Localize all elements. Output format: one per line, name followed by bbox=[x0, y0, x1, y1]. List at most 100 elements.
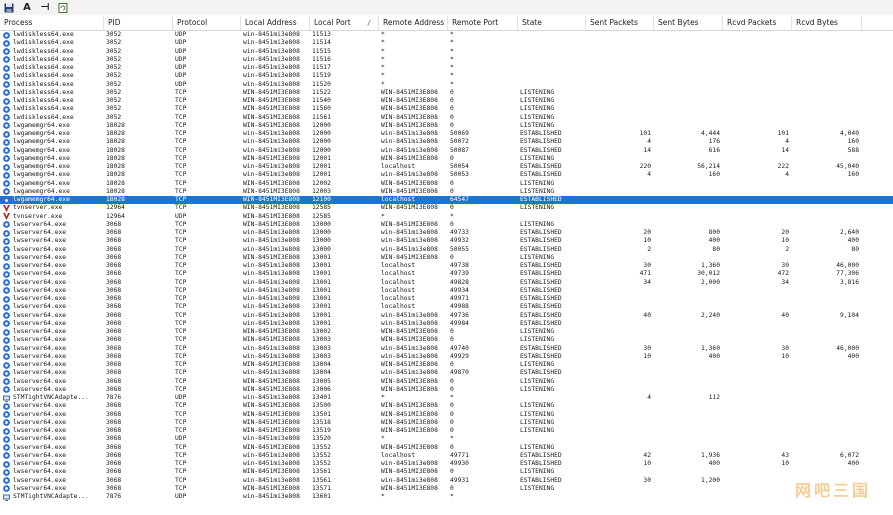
table-row[interactable]: lwserver64.exe 3068 TCP win-8451mi3e808 1300… bbox=[0, 312, 893, 320]
pin-icon[interactable]: ⊣ bbox=[39, 2, 51, 14]
table-row[interactable]: lwserver64.exe 3068 TCP win-8451mi3e808 1300… bbox=[0, 237, 893, 245]
rcvd-packets-cell bbox=[723, 485, 792, 493]
table-row[interactable]: lwserver64.exe 3068 TCP win-8451mi3e808 1300… bbox=[0, 369, 893, 377]
process-cell: STMTightVNCAdapte... bbox=[0, 493, 104, 501]
table-row[interactable]: lwdiskless64.exe 3052 TCP WIN-8451MI3E808 11… bbox=[0, 105, 893, 113]
column-header-remote-address[interactable]: Remote Address bbox=[379, 16, 448, 30]
table-row[interactable]: lwgamemgr64.exe 18028 TCP win-8451mi3e808 12… bbox=[0, 138, 893, 146]
rcvd-packets-cell: 4 bbox=[785, 138, 789, 146]
table-row[interactable]: lwdiskless64.exe 3052 UDP win-8451mi3e808 11… bbox=[0, 81, 893, 89]
table-row[interactable]: lwserver64.exe 3068 TCP WIN-8451MI3E808 1300… bbox=[0, 336, 893, 344]
sent-packets-cell bbox=[586, 105, 654, 113]
table-row[interactable]: lwserver64.exe 3068 TCP win-8451mi3e808 1300… bbox=[0, 303, 893, 311]
pid-cell: 3068 bbox=[106, 229, 122, 236]
local-port-cell: 12003 bbox=[312, 187, 331, 195]
sent-bytes-cell bbox=[654, 435, 723, 443]
table-row[interactable]: lwgamemgr64.exe 18028 TCP WIN-8451MI3E808 12… bbox=[0, 180, 893, 188]
table-row[interactable]: lwserver64.exe 3068 TCP WIN-8451MI3E808 1350… bbox=[0, 411, 893, 419]
rcvd-bytes-cell bbox=[792, 72, 862, 80]
table-row[interactable]: lwdiskless64.exe 3052 UDP win-8451mi3e808 11… bbox=[0, 39, 893, 47]
table-row[interactable]: lwserver64.exe 3068 TCP WIN-8451MI3E808 1300… bbox=[0, 378, 893, 386]
table-row[interactable]: lwserver64.exe 3068 TCP WIN-8451MI3E808 1300… bbox=[0, 386, 893, 394]
process-name: lwdiskless64.exe bbox=[13, 55, 74, 63]
process-icon bbox=[3, 361, 10, 369]
sent-packets-cell bbox=[586, 180, 654, 188]
table-row[interactable]: lwserver64.exe 3068 TCP win-8451mi3e808 1300… bbox=[0, 279, 893, 287]
table-row[interactable]: lwserver64.exe 3068 TCP WIN-8451MI3E808 1350… bbox=[0, 402, 893, 410]
table-row[interactable]: tvnserver.exe 12964 TCP WIN-8451MI3E808 1258… bbox=[0, 204, 893, 212]
table-row[interactable]: lwserver64.exe 3068 TCP WIN-8451MI3E808 1300… bbox=[0, 328, 893, 336]
process-cell: lwserver64.exe bbox=[0, 468, 104, 476]
process-name: lwserver64.exe bbox=[13, 476, 67, 484]
rcvd-bytes-cell bbox=[792, 386, 862, 394]
column-header-rcvd-packets[interactable]: Rcvd Packets bbox=[723, 16, 792, 30]
table-row[interactable]: lwserver64.exe 3068 TCP win-8451mi3e808 1300… bbox=[0, 229, 893, 237]
process-name: lwserver64.exe bbox=[13, 245, 67, 253]
column-header-remote-port[interactable]: Remote Port bbox=[448, 16, 518, 30]
table-row[interactable]: lwgamemgr64.exe 18028 TCP win-8451mi3e808 12… bbox=[0, 130, 893, 138]
table-row[interactable]: lwserver64.exe 3068 TCP WIN-8451MI3E808 1351… bbox=[0, 419, 893, 427]
column-header-rcvd-bytes[interactable]: Rcvd Bytes bbox=[792, 16, 862, 30]
table-row[interactable]: lwdiskless64.exe 3052 TCP WIN-8451MI3E808 11… bbox=[0, 97, 893, 105]
column-header-protocol[interactable]: Protocol bbox=[173, 16, 241, 30]
table-row[interactable]: lwdiskless64.exe 3052 UDP win-8451mi3e808 11… bbox=[0, 72, 893, 80]
table-row[interactable]: lwserver64.exe 3068 TCP win-8451mi3e808 1355… bbox=[0, 460, 893, 468]
table-row[interactable]: lwserver64.exe 3068 UDP win-8451mi3e808 1352… bbox=[0, 435, 893, 443]
table-row[interactable]: lwserver64.exe 3068 TCP win-8451mi3e808 1356… bbox=[0, 477, 893, 485]
table-row[interactable]: lwserver64.exe 3068 TCP WIN-8451MI3E808 1355… bbox=[0, 444, 893, 452]
table-row[interactable]: lwdiskless64.exe 3052 UDP win-8451mi3e808 11… bbox=[0, 31, 893, 39]
table-row[interactable]: tvnserver.exe 12964 UDP WIN-8451MI3E808 1258… bbox=[0, 213, 893, 221]
sent-packets-cell bbox=[586, 155, 654, 163]
table-row[interactable]: lwgamemgr64.exe 18028 TCP WIN-8451MI3E808 12… bbox=[0, 155, 893, 163]
column-header-pid[interactable]: PID bbox=[104, 16, 173, 30]
local-port-cell: 13001 bbox=[312, 311, 331, 319]
table-row[interactable]: STMTightVNCAdapte... 7876 UDP win-8451mi3e8… bbox=[0, 493, 893, 501]
table-row[interactable]: lwserver64.exe 3068 TCP win-8451mi3e808 1300… bbox=[0, 262, 893, 270]
table-row[interactable]: lwserver64.exe 3068 TCP win-8451mi3e808 1300… bbox=[0, 287, 893, 295]
pid-cell: 3068 bbox=[106, 410, 122, 418]
table-row[interactable]: lwdiskless64.exe 3052 UDP win-8451mi3e808 11… bbox=[0, 56, 893, 64]
table-row[interactable]: lwserver64.exe 3068 TCP win-8451mi3e808 1355… bbox=[0, 452, 893, 460]
column-header-local-address[interactable]: Local Address bbox=[241, 16, 310, 30]
table-row[interactable]: STMTightVNCAdapte... 7876 UDP win-8451mi3e8… bbox=[0, 394, 893, 402]
table-row[interactable]: lwserver64.exe 3068 TCP win-8451mi3e808 1300… bbox=[0, 320, 893, 328]
table-row[interactable]: lwdiskless64.exe 3052 UDP win-8451mi3e808 11… bbox=[0, 64, 893, 72]
table-row[interactable]: lwgamemgr64.exe 18028 TCP win-8451mi3e808 12… bbox=[0, 163, 893, 171]
table-row[interactable]: lwdiskless64.exe 3052 TCP WIN-8451MI3E808 11… bbox=[0, 89, 893, 97]
table-row[interactable]: lwserver64.exe 3068 TCP WIN-8451MI3E808 1300… bbox=[0, 254, 893, 262]
table-row[interactable]: lwgamemgr64.exe 18028 TCP WIN-8451MI3E808 12… bbox=[0, 188, 893, 196]
table-row[interactable]: lwserver64.exe 3068 TCP WIN-8451MI3E808 1356… bbox=[0, 468, 893, 476]
table-row[interactable]: lwdiskless64.exe 3052 UDP win-8451mi3e808 11… bbox=[0, 48, 893, 56]
local-address-cell: WIN-8451MI3E808 bbox=[243, 179, 300, 187]
column-header-sent-bytes[interactable]: Sent Bytes bbox=[654, 16, 723, 30]
table-row[interactable]: lwdiskless64.exe 3052 TCP WIN-8451MI3E808 11… bbox=[0, 114, 893, 122]
remote-port-cell: * bbox=[450, 435, 454, 443]
state-cell: ESTABLISHED bbox=[520, 352, 562, 360]
table-row[interactable]: lwserver64.exe 3068 TCP win-8451mi3e808 1300… bbox=[0, 246, 893, 254]
table-row[interactable]: lwserver64.exe 3068 TCP win-8451mi3e808 1300… bbox=[0, 345, 893, 353]
table-row[interactable]: lwserver64.exe 3068 TCP win-8451mi3e808 1300… bbox=[0, 353, 893, 361]
table-row[interactable]: lwserver64.exe 3068 TCP WIN-8451MI3E808 1300… bbox=[0, 361, 893, 369]
column-header-state[interactable]: State bbox=[518, 16, 586, 30]
font-a-icon[interactable]: A bbox=[21, 2, 33, 14]
process-cell: tvnserver.exe bbox=[0, 213, 104, 221]
pid-cell: 3052 bbox=[106, 105, 122, 113]
table-row[interactable]: lwserver64.exe 3068 TCP WIN-8451MI3E808 1351… bbox=[0, 427, 893, 435]
sent-bytes-cell bbox=[654, 485, 723, 493]
table-row[interactable]: lwserver64.exe 3068 TCP WIN-8451MI3E808 1357… bbox=[0, 485, 893, 493]
state-cell: LISTENING bbox=[520, 468, 555, 476]
column-header-process[interactable]: Process bbox=[0, 16, 104, 30]
column-header-sent-packets[interactable]: Sent Packets bbox=[586, 16, 654, 30]
save-icon[interactable] bbox=[3, 2, 15, 14]
table-row[interactable]: lwgamemgr64.exe 18028 TCP WIN-8451MI3E808 12… bbox=[0, 122, 893, 130]
refresh-icon[interactable] bbox=[57, 2, 69, 14]
table-row[interactable]: lwserver64.exe 3068 TCP win-8451mi3e808 1300… bbox=[0, 295, 893, 303]
protocol-cell: TCP bbox=[175, 418, 187, 426]
table-row[interactable]: lwgamemgr64.exe 18028 TCP win-8451mi3e808 12… bbox=[0, 171, 893, 179]
table-row[interactable]: lwserver64.exe 3068 TCP win-8451mi3e808 1300… bbox=[0, 270, 893, 278]
process-name: lwgamemgr64.exe bbox=[13, 138, 70, 146]
table-row[interactable]: lwserver64.exe 3068 TCP WIN-8451MI3E808 1300… bbox=[0, 221, 893, 229]
sent-bytes-cell bbox=[654, 48, 723, 56]
table-row[interactable]: lwgamemgr64.exe 18028 TCP WIN-8451MI3E808 12… bbox=[0, 196, 893, 205]
table-row[interactable]: lwgamemgr64.exe 18028 TCP win-8451mi3e808 12… bbox=[0, 147, 893, 155]
